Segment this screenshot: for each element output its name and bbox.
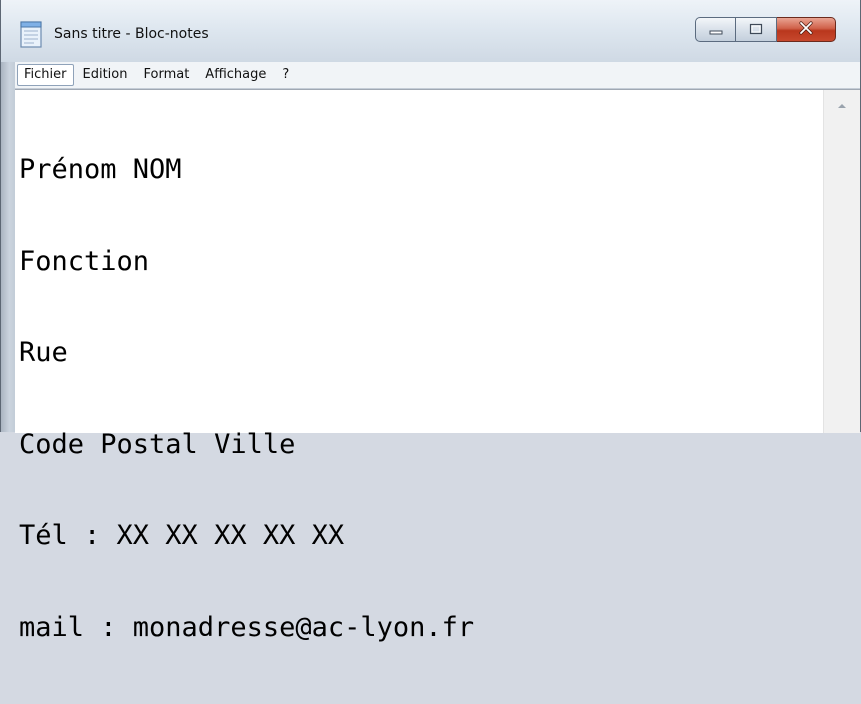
editor-line: Code Postal Ville <box>19 428 296 460</box>
menu-fichier[interactable]: Fichier <box>17 64 74 86</box>
window-controls <box>695 17 836 44</box>
window-left-border <box>1 62 15 432</box>
notepad-window: Sans titre - Bloc-notes Fichier Edition … <box>0 0 861 642</box>
menu-format[interactable]: Format <box>136 64 196 86</box>
maximize-icon <box>749 20 763 39</box>
menu-edition[interactable]: Edition <box>76 64 135 86</box>
editor-line: Fonction <box>19 245 150 277</box>
scroll-up-arrow-icon <box>837 95 847 114</box>
editor-line: Prénom NOM <box>19 154 182 185</box>
title-bar[interactable]: Sans titre - Bloc-notes <box>1 0 860 62</box>
menu-affichage[interactable]: Affichage <box>198 64 273 86</box>
editor-line: mail : monadresse@ac-lyon.fr <box>19 611 475 643</box>
minimize-icon <box>709 20 723 39</box>
editor-line: Tél : XX XX XX XX XX <box>19 520 345 551</box>
vertical-scrollbar[interactable] <box>823 90 860 433</box>
scroll-up-button[interactable] <box>824 90 860 118</box>
notepad-icon[interactable] <box>19 19 44 49</box>
close-icon <box>798 20 814 39</box>
menu-help[interactable]: ? <box>275 64 296 86</box>
title-area: Sans titre - Bloc-notes <box>19 18 209 50</box>
window-title: Sans titre - Bloc-notes <box>54 26 209 42</box>
maximize-button[interactable] <box>736 17 777 42</box>
close-button[interactable] <box>777 17 836 42</box>
minimize-button[interactable] <box>695 17 736 42</box>
editor-line: Rue <box>19 337 68 368</box>
editor-content[interactable]: Prénom NOM Fonction Rue Code Postal Vill… <box>19 94 819 704</box>
text-editor[interactable]: Prénom NOM Fonction Rue Code Postal Vill… <box>15 89 860 642</box>
menu-bar: Fichier Edition Format Affichage ? <box>15 62 860 89</box>
